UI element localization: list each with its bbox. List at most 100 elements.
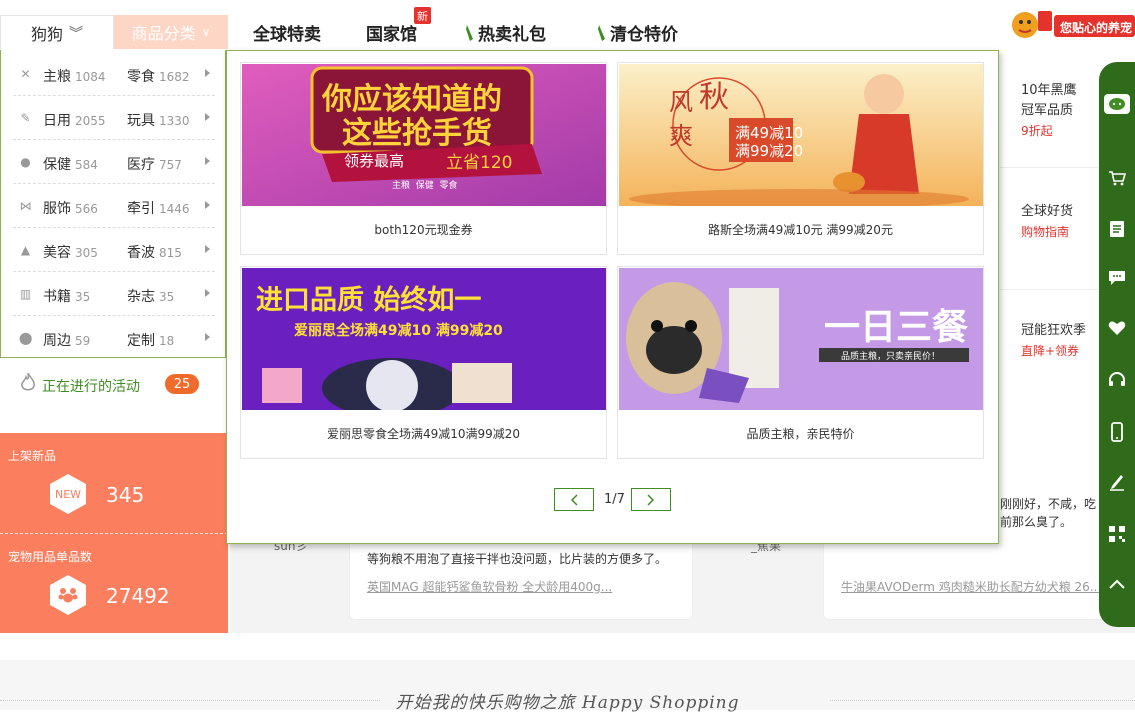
review-product-link[interactable]: 英国MAG 超能钙鲨鱼软骨粉 全犬龄用400g... (367, 578, 612, 595)
headset-icon[interactable] (1107, 370, 1127, 390)
cart-icon[interactable] (1107, 168, 1127, 188)
right-promo-item[interactable]: 冠能狂欢季 直降+领券 (1021, 321, 1086, 361)
category-link[interactable]: 玩具 1330 (127, 110, 190, 130)
edit-icon[interactable] (1107, 472, 1127, 492)
chat-icon[interactable] (1104, 94, 1130, 114)
category-link[interactable]: 书籍 35 (43, 286, 90, 306)
category-row[interactable]: ▥ 书籍 35 杂志 35 (1, 272, 227, 316)
nav-hot-gift-pack[interactable]: 热卖礼包 (466, 20, 546, 45)
promo-card[interactable]: 进口品质 始终如一 爱丽思全场满49减10 满99减20 爱丽思零食全场满49减… (240, 266, 607, 459)
category-tab-label: 商品分类 (131, 24, 196, 43)
category-row[interactable]: ⬤ 周边 59 定制 18 (1, 316, 227, 360)
nav-label: 全球特卖 (253, 25, 321, 45)
nav-label: 清仓特价 (610, 25, 678, 45)
banner-text: 领券最高 (344, 152, 405, 170)
activities-label: 正在进行的活动 (42, 379, 140, 395)
bowtie-icon: ⋈ (19, 199, 32, 213)
category-link[interactable]: 美容 305 (43, 242, 98, 262)
chevron-right-icon (205, 201, 210, 209)
bone-icon: ✕ (20, 67, 31, 81)
banner-text: 主粮 保健 零食 (392, 181, 458, 191)
footer-banner: 开始我的快乐购物之旅 Happy Shopping (0, 660, 1135, 713)
total-products-label: 宠物用品单品数 (8, 550, 93, 564)
promo-banner: 你应该知道的 这些抢手货 领券最高 立省120 主粮 保健 零食 (242, 64, 606, 206)
category-name: 保健 (43, 157, 71, 173)
right-promo-sub: 9折起 (1021, 124, 1053, 138)
promo-card[interactable]: 一日三餐 品质主粮，只卖亲民价！ 品质主粮，亲民特价 (617, 266, 984, 459)
category-count: 2055 (75, 114, 106, 128)
category-row[interactable]: ● 保健 584 医疗 757 (1, 140, 227, 184)
leaf-icon (466, 24, 473, 41)
category-name: 零食 (127, 69, 155, 85)
promo-banner: 一日三餐 品质主粮，只卖亲民价！ (619, 268, 983, 410)
stats-panel: 上架新品 NEW 345 宠物用品单品数 27492 (0, 433, 228, 633)
qr-code-icon[interactable] (1107, 524, 1127, 544)
promo-caption: 路斯全场满49减10元 满99减20元 (708, 223, 893, 237)
category-tab[interactable]: 商品分类 ∨ (114, 15, 228, 49)
promo-card[interactable]: 你应该知道的 这些抢手货 领券最高 立省120 主粮 保健 零食 both120… (240, 62, 607, 255)
category-row[interactable]: ⋈ 服饰 566 牵引 1446 (1, 184, 227, 228)
message-icon[interactable] (1107, 268, 1127, 288)
category-link[interactable]: 保健 584 (43, 154, 98, 174)
category-link[interactable]: 定制 18 (127, 330, 174, 350)
heart-icon[interactable] (1107, 318, 1127, 338)
category-link[interactable]: 服饰 566 (43, 198, 98, 218)
category-link[interactable]: 周边 59 (43, 330, 90, 350)
right-promo-title: 10年黑鹰 (1021, 83, 1077, 98)
orders-icon[interactable] (1107, 219, 1127, 239)
category-name: 美容 (43, 245, 71, 261)
banner-text: 立省120 (446, 153, 513, 173)
back-to-top-icon[interactable] (1107, 574, 1127, 594)
next-page-button[interactable] (631, 488, 671, 511)
nav-clearance[interactable]: 清仓特价 (598, 20, 678, 45)
promo-card[interactable]: 风 秋 爽 满49减10 满99减20 路斯全场满49减10元 满99减20元 (617, 62, 984, 255)
chevron-right-icon (205, 245, 210, 253)
health-icon: ● (20, 155, 31, 169)
right-promo-sub: 直降+领券 (1021, 344, 1080, 358)
right-promo-item[interactable]: 全球好货 购物指南 (1021, 202, 1073, 242)
pet-selector-label: 狗狗 (30, 24, 63, 44)
category-link[interactable]: 主粮 1084 (43, 66, 106, 86)
review-text: 刚刚好，不咸，吃 (1000, 497, 1097, 511)
banner-text: 爱丽思全场满49减10 满99减20 (294, 323, 503, 339)
category-row[interactable]: ✎ 日用 2055 玩具 1330 (1, 96, 227, 140)
right-promo-item[interactable]: 10年黑鹰 冠军品质 9折起 (1021, 81, 1077, 141)
review-product-link[interactable]: 牛油果AVODerm 鸡肉糙米助长配方幼犬粮 26... (841, 578, 1101, 595)
prev-page-button[interactable] (554, 488, 594, 511)
chevron-down-icon: ∨ (201, 25, 211, 39)
leaf-icon (598, 24, 605, 41)
category-count: 305 (75, 246, 98, 260)
category-name: 主粮 (43, 69, 71, 85)
category-link[interactable]: 零食 1682 (127, 66, 190, 86)
review-text: 等狗粮不用泡了直接干拌也没问题，比片装的方便多了。 (367, 552, 668, 566)
ongoing-activities[interactable]: 正在进行的活动 25 (0, 358, 226, 410)
promo-banner: 进口品质 始终如一 爱丽思全场满49减10 满99减20 (242, 268, 606, 410)
banner-text: 这些抢手货 (342, 116, 492, 151)
category-row[interactable]: ▲ 美容 305 香波 815 (1, 228, 227, 272)
mobile-icon[interactable] (1107, 422, 1127, 442)
side-toolbar (1099, 62, 1135, 627)
banner-text: 爽 (669, 122, 693, 150)
banner-text: 品质主粮，只卖亲民价！ (841, 352, 941, 362)
category-count: 18 (159, 334, 175, 348)
category-count: 59 (75, 334, 91, 348)
category-link[interactable]: 医疗 757 (127, 154, 182, 174)
category-count: 1084 (75, 70, 106, 84)
chevron-right-icon (647, 493, 655, 506)
pet-type-selector[interactable]: 狗狗 ︾ (0, 15, 114, 49)
category-link[interactable]: 香波 815 (127, 242, 182, 262)
banner-text: 一日三餐 (824, 307, 969, 348)
nav-global-sale[interactable]: 全球特卖 (253, 20, 321, 45)
category-row[interactable]: ✕ 主粮 1084 零食 1682 (1, 52, 227, 96)
new-badge: 新 (414, 7, 431, 24)
category-count: 1330 (159, 114, 190, 128)
category-link[interactable]: 牵引 1446 (127, 198, 190, 218)
promo-banner-top-right[interactable]: 您贴心的养宠 (1010, 5, 1135, 45)
total-products-count: 27492 (106, 584, 170, 608)
category-link[interactable]: 日用 2055 (43, 110, 106, 130)
chevron-right-icon (205, 289, 210, 297)
category-link[interactable]: 杂志 35 (127, 286, 174, 306)
nav-country-pavilion[interactable]: 国家馆 (366, 20, 417, 45)
category-count: 35 (75, 290, 91, 304)
chevron-down-icon: ︾ (69, 25, 83, 42)
